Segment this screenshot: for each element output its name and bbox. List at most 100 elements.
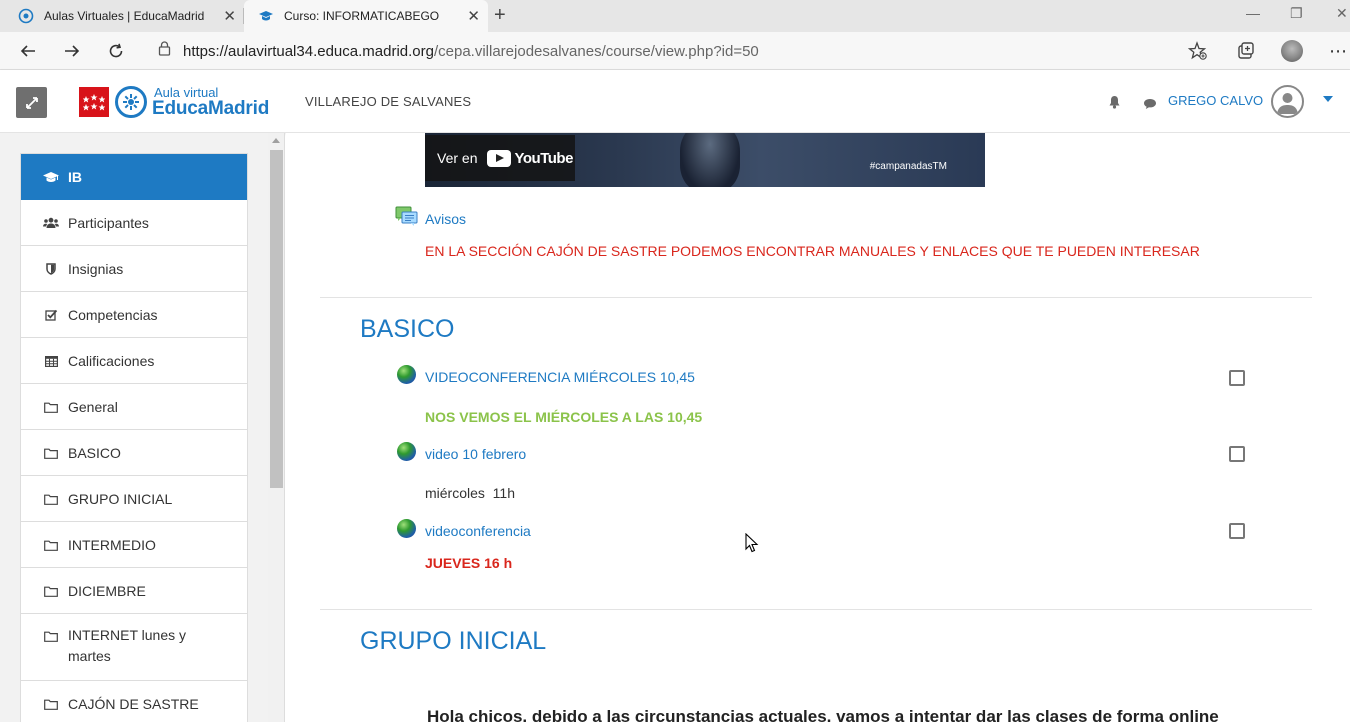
watch-on-youtube-button[interactable]: Ver en YouTube [425, 135, 575, 181]
site-name[interactable]: VILLAREJO DE SALVANES [305, 94, 471, 109]
sidebar-item-competencias[interactable]: Competencias [21, 292, 247, 338]
activity-link-video-10-febrero[interactable]: video 10 febrero [425, 446, 526, 462]
sidebar-item-internet[interactable]: INTERNET lunes y martes [21, 614, 247, 681]
favorite-star-icon[interactable] [1186, 39, 1210, 63]
course-nav-list: IB Participantes Insignias Competencias … [20, 153, 248, 722]
folder-icon [43, 584, 59, 598]
forum-icon [395, 206, 418, 226]
section-divider [320, 297, 1312, 298]
sidebar-item-basico[interactable]: BASICO [21, 430, 247, 476]
activity-note: miércoles 11h [425, 485, 516, 501]
educamadrid-favicon-icon [18, 8, 34, 24]
new-tab-icon[interactable]: + [494, 4, 506, 27]
browser-tab-strip: Aulas Virtuales | EducaMadrid ✕ Curso: I… [0, 0, 1350, 32]
address-bar: https://aulavirtual34.educa.madrid.org/c… [0, 32, 1350, 70]
tab-title: Curso: INFORMATICABEGO [284, 9, 440, 23]
tab-title: Aulas Virtuales | EducaMadrid [44, 9, 205, 23]
profile-avatar-icon[interactable] [1280, 39, 1304, 63]
educamadrid-logo[interactable]: Aula virtual EducaMadrid [79, 84, 269, 120]
sidebar-item-label: IB [68, 169, 82, 185]
sidebar-item-label: Participantes [68, 215, 149, 231]
sidebar-scroll-thumb[interactable] [270, 150, 283, 488]
scroll-up-arrow-icon[interactable] [272, 138, 280, 143]
lock-icon[interactable] [158, 41, 171, 61]
table-icon [43, 354, 59, 368]
madrid-flag-icon [79, 87, 109, 117]
activity-link-videoconferencia-miercoles[interactable]: VIDEOCONFERENCIA MIÉRCOLES 10,45 [425, 369, 695, 385]
back-icon[interactable] [16, 39, 40, 63]
sidebar-item-label: DICIEMBRE [68, 583, 146, 599]
watch-on-label: Ver en [437, 150, 478, 166]
messages-bubble-icon[interactable] [1143, 97, 1157, 115]
browser-tab-course[interactable]: Curso: INFORMATICABEGO ✕ [244, 0, 488, 32]
close-window-icon[interactable]: ✕ [1336, 5, 1348, 22]
video-hashtag: #campanadasTM [869, 161, 947, 172]
educamadrid-emblem-icon [115, 86, 147, 118]
general-notice: EN LA SECCIÓN CAJÓN DE SASTRE PODEMOS EN… [425, 243, 1200, 259]
folder-icon [43, 697, 59, 711]
section-divider [320, 609, 1312, 610]
youtube-logo: YouTube [487, 149, 573, 167]
youtube-play-icon [487, 149, 512, 167]
url-globe-icon [397, 519, 417, 539]
notifications-bell-icon[interactable] [1108, 95, 1121, 114]
close-tab-icon[interactable]: ✕ [467, 7, 480, 25]
section-title-grupo-inicial[interactable]: GRUPO INICIAL [360, 627, 546, 656]
sidebar-item-label: BASICO [68, 445, 121, 461]
sidebar-item-calificaciones[interactable]: Calificaciones [21, 338, 247, 384]
folder-icon [43, 446, 59, 460]
sidebar-item-cajon-de-sastre[interactable]: CAJÓN DE SASTRE [21, 681, 247, 722]
completion-checkbox[interactable] [1229, 523, 1245, 539]
sidebar-item-ib[interactable]: IB [21, 154, 247, 200]
collections-icon[interactable] [1234, 39, 1258, 63]
expand-drawer-icon[interactable] [16, 87, 47, 118]
sidebar-item-diciembre[interactable]: DICIEMBRE [21, 568, 247, 614]
section-title-basico[interactable]: BASICO [360, 315, 454, 344]
reload-icon[interactable] [104, 39, 128, 63]
sidebar-item-intermedio[interactable]: INTERMEDIO [21, 522, 247, 568]
url-host: https://aulavirtual34.educa.madrid.org [183, 42, 434, 60]
avisos-link[interactable]: Avisos [425, 211, 466, 227]
activity-link-videoconferencia[interactable]: videoconferencia [425, 523, 531, 539]
activity-note: JUEVES 16 h [425, 555, 513, 571]
sidebar-item-label: INTERMEDIO [68, 537, 156, 553]
sidebar-item-label: Calificaciones [68, 353, 155, 369]
minimize-icon[interactable]: — [1246, 5, 1260, 21]
course-nav-drawer: IB Participantes Insignias Competencias … [0, 133, 268, 722]
graduation-cap-favicon-icon [258, 8, 274, 24]
sidebar-item-insignias[interactable]: Insignias [21, 246, 247, 292]
sidebar-item-label: Insignias [68, 261, 124, 277]
browser-tab-aulas[interactable]: Aulas Virtuales | EducaMadrid ✕ [0, 0, 244, 32]
url-field[interactable]: https://aulavirtual34.educa.madrid.org/c… [148, 36, 1218, 66]
site-navbar: Aula virtual EducaMadrid VILLAREJO DE SA… [0, 70, 1350, 133]
shield-icon [43, 262, 59, 276]
restore-icon[interactable]: ❐ [1290, 5, 1303, 22]
course-content: Ver en YouTube #campanadasTM Avisos EN L… [286, 133, 1350, 722]
url-text: https://aulavirtual34.educa.madrid.org/c… [183, 43, 759, 60]
activity-note: NOS VEMOS EL MIÉRCOLES A LAS 10,45 [425, 409, 703, 425]
user-name[interactable]: GREGO CALVO [1168, 93, 1263, 108]
mouse-cursor-icon [745, 532, 759, 558]
folder-icon [43, 629, 59, 643]
youtube-wordmark: YouTube [514, 149, 573, 167]
user-avatar[interactable] [1271, 85, 1304, 118]
completion-checkbox[interactable] [1229, 370, 1245, 386]
sidebar-item-label: Competencias [68, 307, 158, 323]
folder-icon [43, 400, 59, 414]
youtube-embed[interactable]: Ver en YouTube #campanadasTM [425, 133, 985, 187]
more-options-icon[interactable]: ⋯ [1326, 39, 1350, 63]
url-globe-icon [397, 442, 417, 462]
forward-icon[interactable] [60, 39, 84, 63]
completion-checkbox[interactable] [1229, 446, 1245, 462]
sidebar-item-general[interactable]: General [21, 384, 247, 430]
close-tab-icon[interactable]: ✕ [223, 7, 236, 25]
sidebar-item-grupo-inicial[interactable]: GRUPO INICIAL [21, 476, 247, 522]
url-path: /cepa.villarejodesalvanes/course/view.ph… [433, 42, 759, 60]
sidebar-item-label: General [68, 399, 118, 415]
url-globe-icon [397, 365, 417, 385]
section-intro-text: Hola chicos, debido a las circunstancias… [427, 707, 1219, 722]
logo-title: EducaMadrid [152, 98, 270, 119]
sidebar-item-participantes[interactable]: Participantes [21, 200, 247, 246]
user-menu-caret-icon[interactable] [1323, 96, 1333, 102]
sidebar-item-label: INTERNET lunes y martes [68, 627, 186, 664]
